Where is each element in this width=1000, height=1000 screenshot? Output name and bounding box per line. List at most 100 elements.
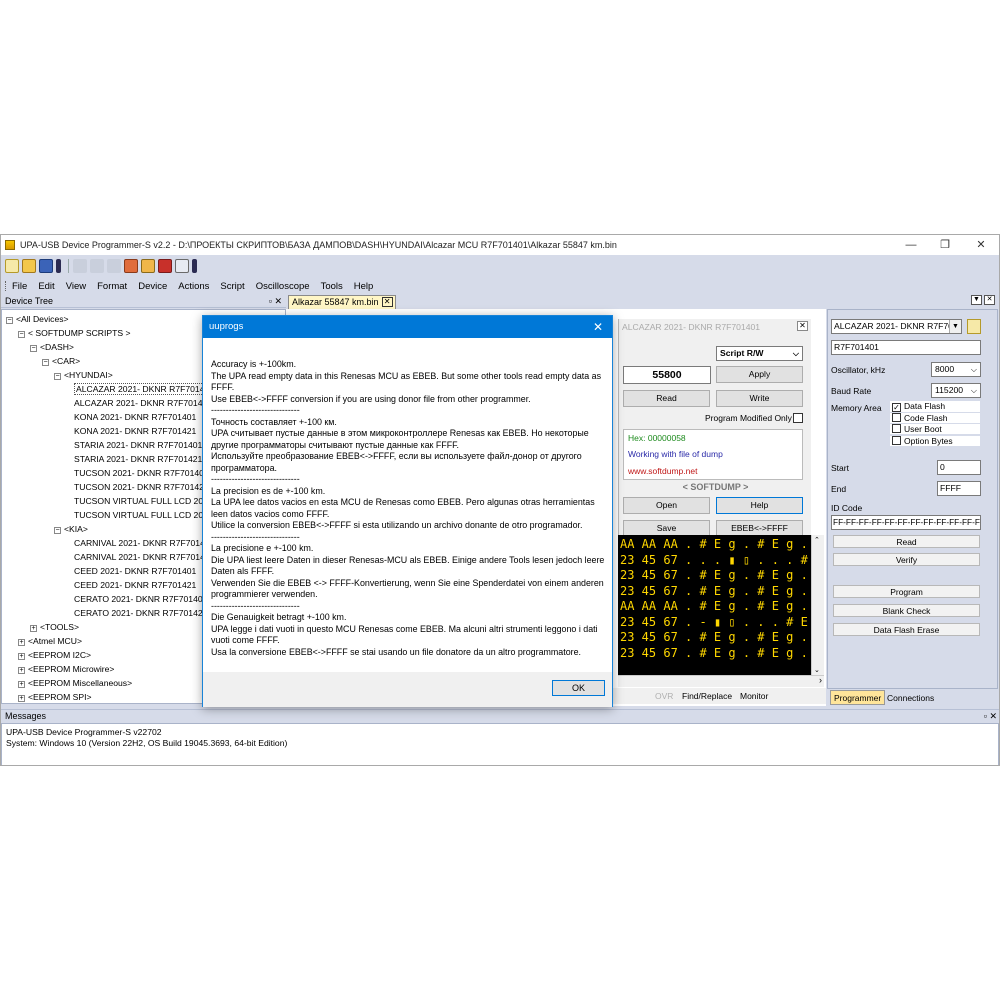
device-tree-pane-controls[interactable]: ▫ ✕ bbox=[269, 295, 282, 308]
tree-node-eeprom-microwire[interactable]: + <EEPROM Microwire> bbox=[18, 663, 114, 676]
tree-node-dash[interactable]: − <DASH> bbox=[30, 341, 74, 354]
memory-option-user-boot[interactable]: User Boot bbox=[890, 424, 980, 434]
menu-actions[interactable]: Actions bbox=[178, 281, 209, 292]
messages-pane-controls[interactable]: ▫ ✕ bbox=[984, 710, 997, 723]
tree-node-staria-2021-dknr-r7f701421[interactable]: STARIA 2021- DKNR R7F701421 bbox=[74, 453, 202, 466]
checkbox-icon[interactable] bbox=[892, 435, 901, 445]
id-code-input[interactable]: FF-FF-FF-FF-FF-FF-FF-FF-FF-FF-FF-FF bbox=[831, 515, 981, 530]
km-input[interactable]: 55800 bbox=[623, 366, 711, 384]
script-icon[interactable] bbox=[141, 259, 155, 273]
tab-connections[interactable]: Connections bbox=[887, 691, 934, 705]
script-mode-select[interactable]: Script R/W ⌵ bbox=[716, 346, 803, 361]
open-folder-icon[interactable] bbox=[22, 259, 36, 273]
chevron-down-icon[interactable]: ▼ bbox=[971, 295, 982, 305]
tree-node-softdump-scripts[interactable]: − < SOFTDUMP SCRIPTS > bbox=[18, 327, 131, 340]
mcu-field[interactable]: R7F701401 bbox=[831, 340, 981, 355]
program-modified-only-checkbox[interactable] bbox=[793, 413, 803, 423]
collapse-icon[interactable]: − bbox=[30, 345, 37, 352]
expand-icon[interactable]: + bbox=[30, 625, 37, 632]
apply-button[interactable]: Apply bbox=[716, 366, 803, 383]
hex-horizontal-scrollbar[interactable]: › bbox=[618, 675, 824, 687]
tree-node-staria-2021-dknr-r7f701401[interactable]: STARIA 2021- DKNR R7F701401 bbox=[74, 439, 202, 452]
tree-node-alcazar-2021-dknr-r7f701421[interactable]: ALCAZAR 2021- DKNR R7F701421 bbox=[74, 397, 212, 410]
toolbar-overflow-icon[interactable] bbox=[192, 259, 197, 273]
start-input[interactable]: 0 bbox=[937, 460, 981, 475]
maximize-button[interactable]: ❐ bbox=[927, 235, 963, 255]
collapse-icon[interactable]: − bbox=[6, 317, 13, 324]
save-disk-icon[interactable] bbox=[39, 259, 53, 273]
baud-rate-select[interactable]: 115200 ⌵ bbox=[931, 383, 981, 398]
blank-check-button[interactable]: Blank Check bbox=[833, 604, 980, 617]
edit-icon[interactable] bbox=[124, 259, 138, 273]
scroll-right-icon[interactable]: › bbox=[819, 675, 822, 685]
collapse-icon[interactable]: − bbox=[42, 359, 49, 366]
memory-option-option-bytes[interactable]: Option Bytes bbox=[890, 435, 980, 446]
ok-button[interactable]: OK bbox=[552, 680, 605, 696]
tree-node-tucson-2021-dknr-r7f701401[interactable]: TUCSON 2021- DKNR R7F701401 bbox=[74, 467, 209, 480]
minimize-button[interactable]: — bbox=[893, 235, 929, 255]
open-device-icon[interactable] bbox=[967, 319, 981, 334]
tree-node-ceed-2021-dknr-r7f701421[interactable]: CEED 2021- DKNR R7F701421 bbox=[74, 579, 196, 592]
help-button[interactable]: Help bbox=[716, 497, 803, 514]
tree-node-eeprom-miscellaneous[interactable]: + <EEPROM Miscellaneous> bbox=[18, 677, 132, 690]
tree-node-carnival-2021-dknr-r7f701401[interactable]: CARNIVAL 2021- DKNR R7F701401 bbox=[74, 537, 214, 550]
collapse-icon[interactable]: − bbox=[18, 331, 25, 338]
collapse-icon[interactable]: − bbox=[54, 373, 61, 380]
expand-icon[interactable]: + bbox=[18, 667, 25, 674]
menu-format[interactable]: Format bbox=[97, 281, 127, 292]
find-replace-tab[interactable]: Find/Replace bbox=[682, 688, 732, 704]
monitor-tab[interactable]: Monitor bbox=[740, 688, 768, 704]
scroll-up-icon[interactable]: ⌃ bbox=[814, 536, 820, 544]
tree-node-tools[interactable]: + <TOOLS> bbox=[30, 621, 79, 634]
tree-node-kia[interactable]: − <KIA> bbox=[54, 523, 88, 536]
hex-vertical-scrollbar[interactable]: ⌃ ⌄ bbox=[811, 535, 824, 675]
tree-node-carnival-2021-dknr-r7f701421[interactable]: CARNIVAL 2021- DKNR R7F701421 bbox=[74, 551, 214, 564]
new-file-icon[interactable] bbox=[5, 259, 19, 273]
close-icon[interactable]: ✕ bbox=[984, 295, 995, 305]
end-input[interactable]: FFFF bbox=[937, 481, 981, 496]
cut-icon[interactable] bbox=[73, 259, 87, 273]
tree-node-ceed-2021-dknr-r7f701401[interactable]: CEED 2021- DKNR R7F701401 bbox=[74, 565, 196, 578]
toolbar-overflow-icon[interactable] bbox=[56, 259, 61, 273]
tree-node-hyundai[interactable]: − <HYUNDAI> bbox=[54, 369, 113, 382]
tree-node-tucson-virtual-full-lcd-2021[interactable]: TUCSON VIRTUAL FULL LCD 2021 bbox=[74, 509, 213, 522]
sum-icon[interactable] bbox=[175, 259, 189, 273]
dialog-close-button[interactable]: ✕ bbox=[584, 316, 612, 338]
tree-node-tucson-2021-dknr-r7f701421[interactable]: TUCSON 2021- DKNR R7F701421 bbox=[74, 481, 209, 494]
hex-view-icon[interactable] bbox=[107, 259, 121, 273]
tree-node-kona-2021-dknr-r7f701421[interactable]: KONA 2021- DKNR R7F701421 bbox=[74, 425, 196, 438]
tree-node-alcazar-2021-dknr-r7f701401[interactable]: ALCAZAR 2021- DKNR R7F701401 bbox=[74, 383, 217, 396]
tree-node-cerato-2021-dknr-r7f701401[interactable]: CERATO 2021- DKNR R7F701401 bbox=[74, 593, 207, 606]
close-icon[interactable]: ✕ bbox=[797, 321, 808, 331]
menu-edit[interactable]: Edit bbox=[38, 281, 54, 292]
tree-node-car[interactable]: − <CAR> bbox=[42, 355, 80, 368]
expand-icon[interactable]: + bbox=[18, 639, 25, 646]
tree-node-eeprom-spi[interactable]: + <EEPROM SPI> bbox=[18, 691, 92, 703]
menu-script[interactable]: Script bbox=[220, 281, 244, 292]
menu-file[interactable]: File bbox=[12, 281, 27, 292]
tab-programmer[interactable]: Programmer bbox=[830, 690, 886, 705]
verify-button[interactable]: Verify bbox=[833, 553, 980, 566]
close-button[interactable]: ✕ bbox=[963, 235, 999, 255]
menu-oscilloscope[interactable]: Oscilloscope bbox=[256, 281, 310, 292]
read-button[interactable]: Read bbox=[623, 390, 710, 407]
open-button[interactable]: Open bbox=[623, 497, 710, 514]
tree-node-cerato-2021-dknr-r7f701421[interactable]: CERATO 2021- DKNR R7F701421 bbox=[74, 607, 207, 620]
expand-icon[interactable]: + bbox=[18, 653, 25, 660]
expand-icon[interactable]: + bbox=[18, 695, 25, 702]
write-button[interactable]: Write bbox=[716, 390, 803, 407]
memory-option-code-flash[interactable]: Code Flash bbox=[890, 412, 980, 423]
memory-option-data-flash[interactable]: ✓ Data Flash bbox=[890, 401, 980, 412]
menu-help[interactable]: Help bbox=[354, 281, 374, 292]
checkbox-checked-icon[interactable]: ✓ bbox=[892, 403, 901, 412]
hex-view[interactable]: AA AA AA . # E g . # E g . # E g23 45 67… bbox=[618, 535, 811, 675]
bug-icon[interactable] bbox=[158, 259, 172, 273]
tab-alkazar-bin[interactable]: Alkazar 55847 km.bin ✕ bbox=[288, 295, 396, 309]
tree-node-tucson-virtual-full-lcd-2021[interactable]: TUCSON VIRTUAL FULL LCD 2021 bbox=[74, 495, 213, 508]
menu-view[interactable]: View bbox=[66, 281, 86, 292]
menu-tools[interactable]: Tools bbox=[321, 281, 343, 292]
data-flash-erase-button[interactable]: Data Flash Erase bbox=[833, 623, 980, 636]
menu-device[interactable]: Device bbox=[138, 281, 167, 292]
collapse-icon[interactable]: − bbox=[54, 527, 61, 534]
program-button[interactable]: Program bbox=[833, 585, 980, 598]
